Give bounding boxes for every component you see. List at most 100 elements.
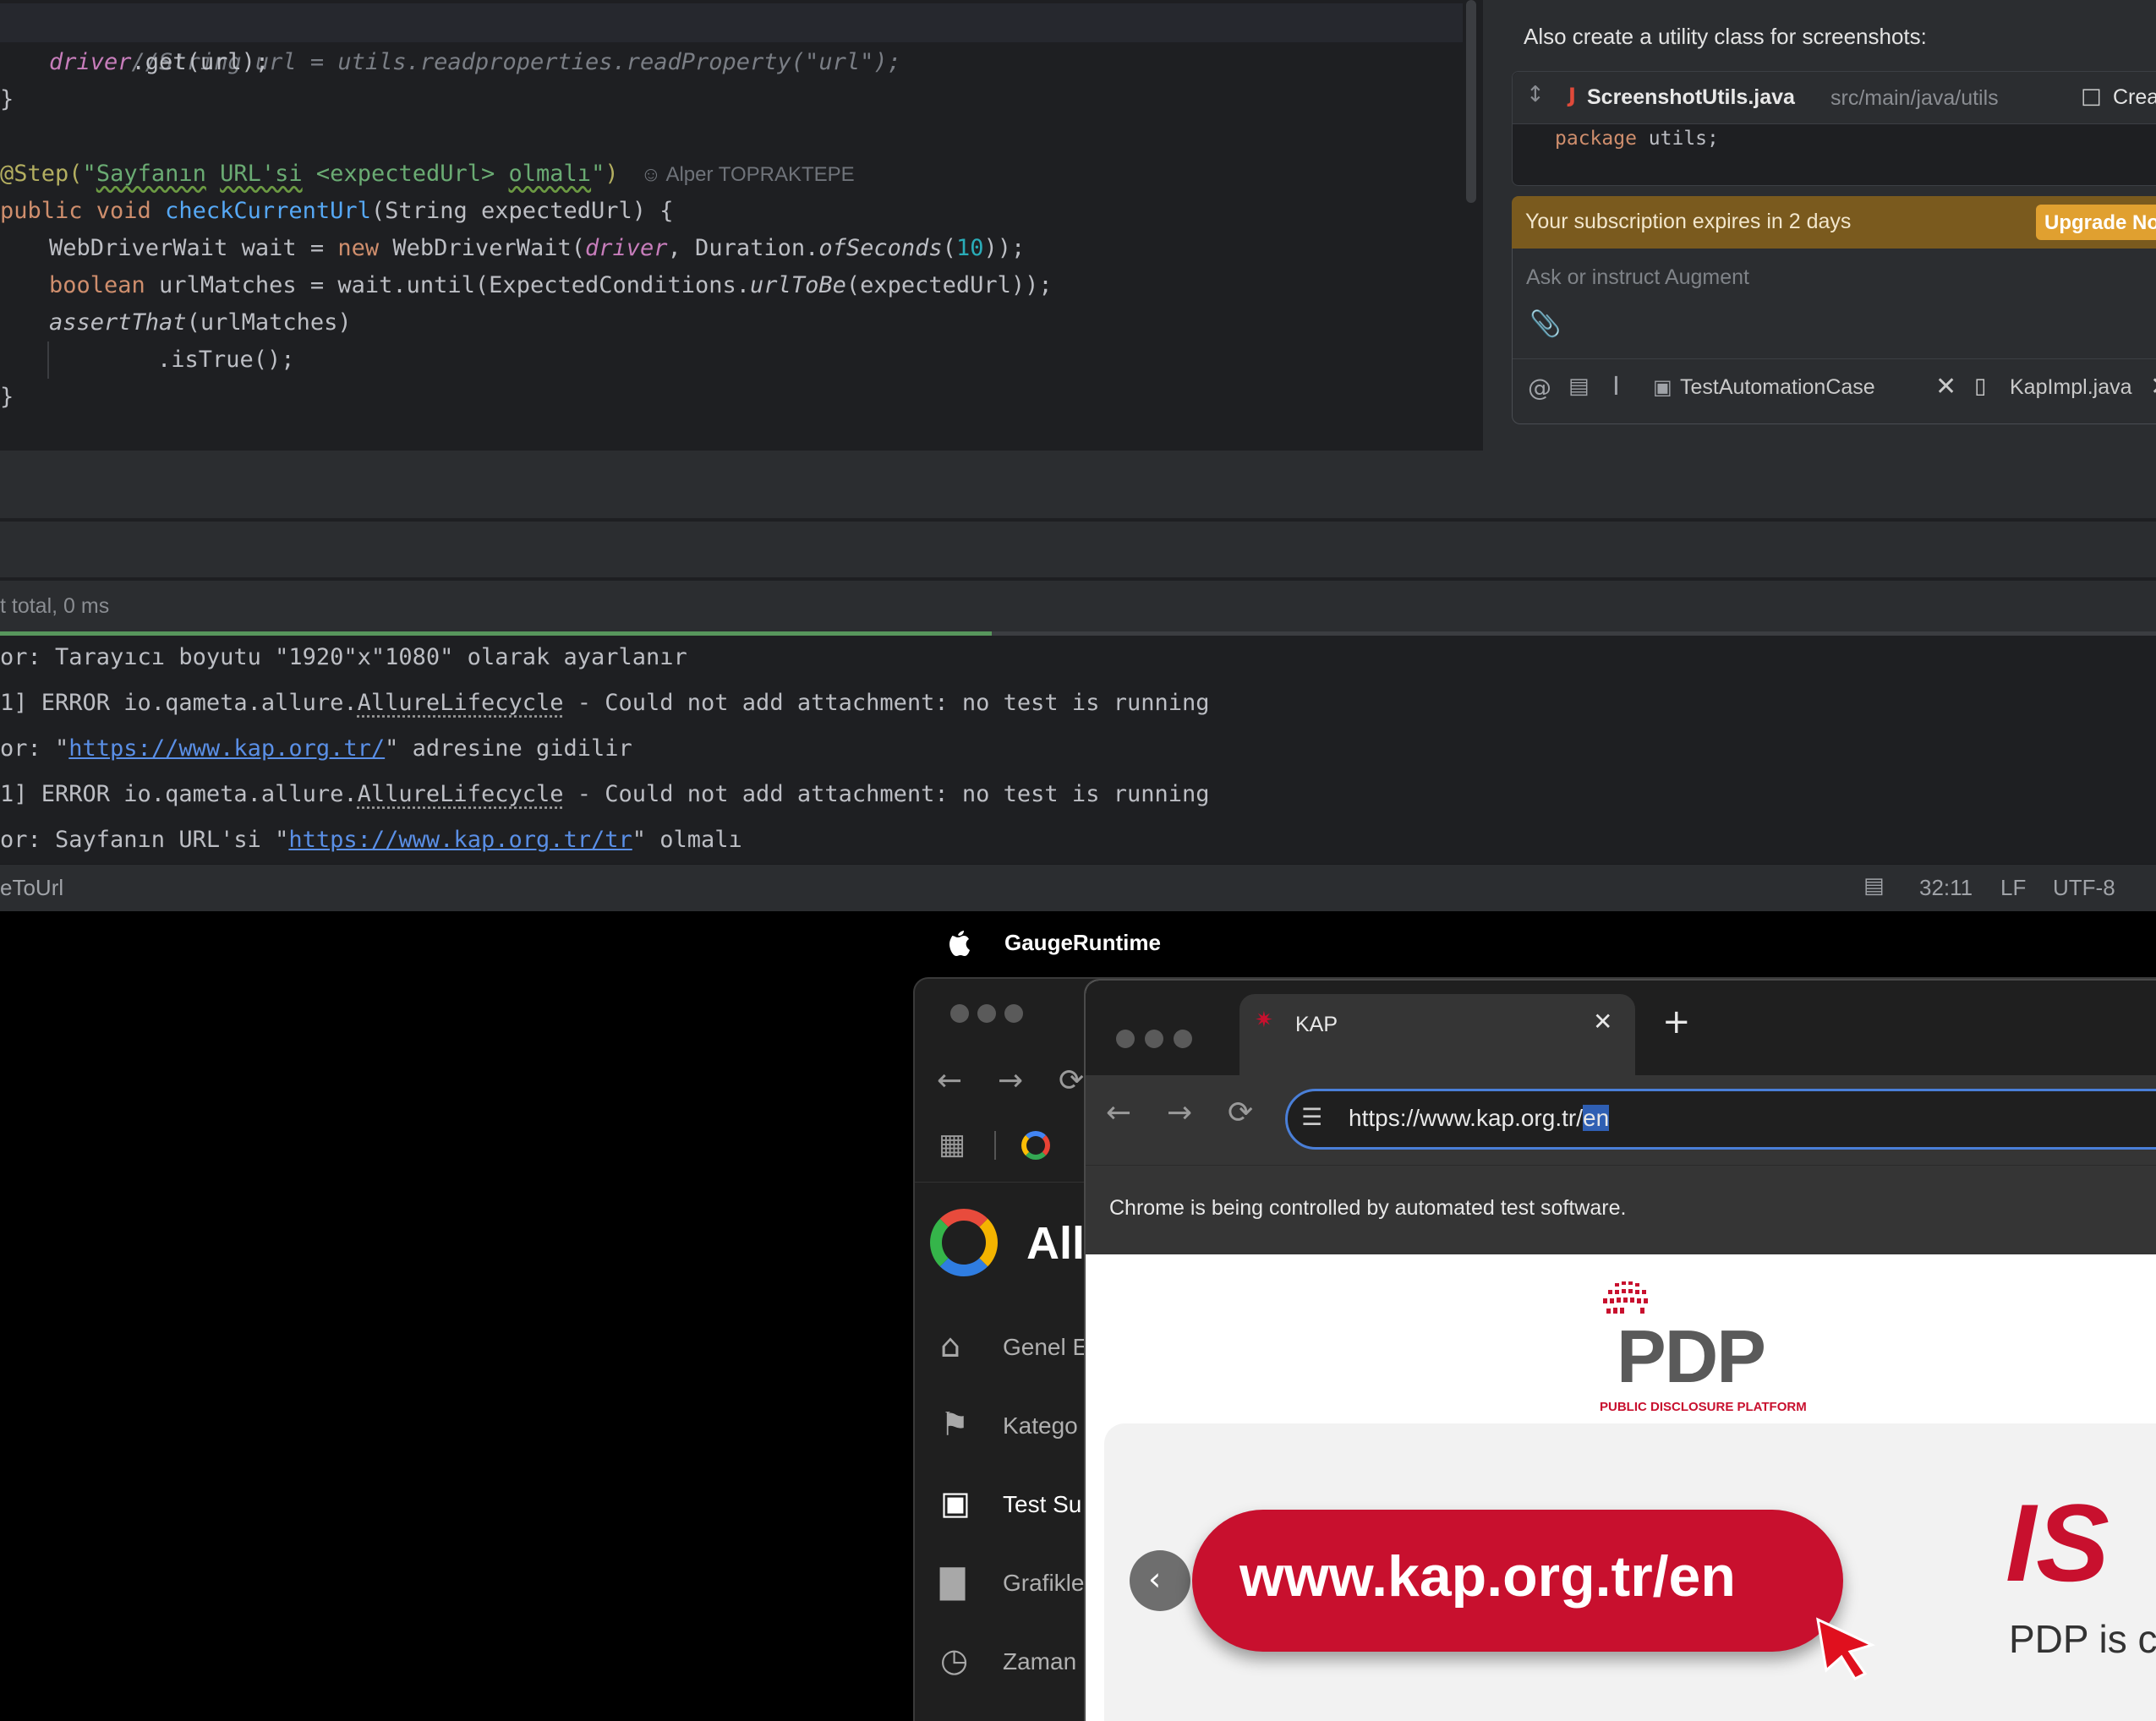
code-token: " [591,161,605,187]
window-minimize-button[interactable] [1145,1030,1163,1048]
reload-icon[interactable]: ⟳ [1059,1063,1084,1098]
app-name[interactable]: GaugeRuntime [1004,930,1161,956]
chat-input-box: Ask or instruct Augment 📎 @ ▤ Ⅰ ▣ TestAu… [1512,249,2156,424]
run-summary: t total, 0 ms [0,594,110,618]
console-text: " olmalı [632,827,742,853]
google-icon[interactable] [1021,1131,1050,1160]
reload-icon[interactable]: ⟳ [1228,1095,1253,1130]
console-link[interactable]: https://www.kap.org.tr/tr [288,827,632,853]
code-token: boolean [49,272,145,298]
create-button[interactable]: Create [2113,85,2156,110]
context-chip[interactable]: KapImpl.java [2010,375,2132,400]
back-arrow-icon[interactable]: ← [937,1063,962,1098]
macos-menu-bar: GaugeRuntime [0,911,2156,975]
tab-title: KAP [1295,1013,1338,1036]
url-base: https://www.kap.org.tr/ [1349,1105,1583,1131]
forward-arrow-icon[interactable]: → [998,1063,1023,1098]
forward-arrow-icon[interactable]: → [1167,1095,1192,1130]
url-text[interactable]: https://www.kap.org.tr/en [1349,1105,1610,1132]
divider [1513,358,2156,359]
report-title: All [1026,1218,1086,1269]
back-arrow-icon[interactable]: ← [1106,1095,1131,1130]
console-link[interactable]: https://www.kap.org.tr/ [68,735,385,762]
window-minimize-button[interactable] [977,1004,996,1023]
code-token: utils; [1636,128,1719,150]
code-token: package [1555,128,1637,150]
upgrade-label: Upgrade No [2044,211,2156,234]
clipboard-icon[interactable]: ▤ [1568,374,1590,399]
nav-label: Genel E [1003,1334,1089,1360]
code-token: ) [605,161,619,187]
pdp-logo[interactable]: PDP [1617,1314,1766,1400]
pdp-subtitle: PUBLIC DISCLOSURE PLATFORM [1600,1400,1807,1414]
code-token: .get(url); [131,49,270,75]
code-line: @Step("Sayfanın URL'si <expectedUrl> olm… [0,156,855,193]
briefcase-icon: ▣ [940,1484,971,1522]
code-line: } [0,379,14,416]
bar-chart-icon: ▇ [940,1563,966,1600]
file-name[interactable]: ScreenshotUtils.java [1587,85,1795,110]
attach-icon[interactable]: 📎 [1529,309,1561,339]
flag-icon: ⚑ [940,1406,970,1443]
nav-label: Katego [1003,1412,1078,1439]
window-close-button[interactable] [1116,1030,1135,1048]
text-cursor-icon[interactable]: Ⅰ [1612,372,1620,402]
code-token: (expectedUrl)); [845,272,1053,298]
window-zoom-button[interactable] [1174,1030,1192,1048]
apps-grid-icon[interactable]: ▦ [938,1128,966,1161]
console-text: AllureLifecycle [357,781,564,807]
indent-guide [47,341,49,379]
code-line: WebDriverWait wait = new WebDriverWait(d… [49,230,1025,267]
close-tab-icon[interactable]: ✕ [1593,1008,1612,1035]
breadcrumb[interactable]: eToUrl [0,875,63,901]
console-line: or: Sayfanın URL'si "https://www.kap.org… [0,822,742,859]
subscription-banner: Your subscription expires in 2 days Upgr… [1512,196,2156,249]
mention-icon[interactable]: @ [1528,374,1551,402]
run-console[interactable]: or: Tarayıcı boyutu "1920"x"1080" olarak… [0,636,2156,864]
file-encoding[interactable]: UTF-8 [2053,875,2115,901]
browser-tab[interactable]: ✷ KAP ✕ [1239,994,1635,1075]
console-text: " adresine gidilir [385,735,632,762]
code-token: 10 [955,235,984,261]
code-editor[interactable]: //String url = utils.readproperties.read… [0,0,1483,451]
kap-url-banner[interactable]: www.kap.org.tr/en [1192,1510,1843,1652]
nav-label: Test Su [1003,1491,1082,1517]
file-path: src/main/java/utils [1830,86,1999,110]
window-close-button[interactable] [950,1004,969,1023]
chat-input[interactable]: Ask or instruct Augment [1526,265,1749,290]
carousel-prev-button[interactable]: ‹ [1130,1550,1190,1611]
code-line: public void checkCurrentUrl(String expec… [0,193,674,230]
tool-window-toolbar [0,451,2156,520]
code-author-hint[interactable]: ☺ Alper TOPRAKTEPE [641,163,855,186]
site-settings-icon[interactable]: ☰ [1301,1103,1322,1131]
divider [994,1131,996,1160]
console-line: or: Tarayıcı boyutu "1920"x"1080" olarak… [0,639,687,676]
code-token: )); [983,235,1026,261]
line-separator[interactable]: LF [2000,875,2026,901]
nav-label: Grafikle [1003,1570,1085,1596]
code-token: driver [585,235,668,261]
cursor-arrow-icon [1816,1617,1876,1680]
cursor-position[interactable]: 32:11 [1919,875,1973,901]
augment-message: Also create a utility class for screensh… [1524,24,1927,49]
close-icon[interactable]: ✕ [2150,372,2156,402]
console-text: or: Tarayıcı boyutu "1920"x"1080" olarak… [0,644,687,670]
author-name: Alper TOPRAKTEPE [665,163,855,186]
close-icon[interactable]: ✕ [1935,372,1956,402]
chrome-window: ✷ KAP ✕ + ← → ⟳ ☰ https://www.kap.org.tr… [1084,979,2156,1721]
editor-scrollbar[interactable] [1466,0,1476,203]
address-bar[interactable]: ☰ https://www.kap.org.tr/en [1285,1089,2156,1150]
subscription-text: Your subscription expires in 2 days [1525,210,1852,233]
context-chip[interactable]: TestAutomationCase [1680,375,1875,400]
code-token: } [0,86,14,112]
upgrade-button[interactable]: Upgrade No [2036,205,2156,240]
apple-logo-icon[interactable] [945,926,971,957]
new-tab-icon[interactable]: + [1662,1003,1691,1041]
code-token: driver [49,49,132,75]
status-bar: eToUrl ▤ 32:11 LF UTF-8 [0,864,2156,911]
window-zoom-button[interactable] [1004,1004,1023,1023]
collapse-icon[interactable]: ↕ [1526,82,1545,107]
clock-icon: ◷ [940,1642,969,1679]
file-icon: ▯ [1974,374,1987,399]
readonly-icon[interactable]: ▤ [1863,873,1885,899]
